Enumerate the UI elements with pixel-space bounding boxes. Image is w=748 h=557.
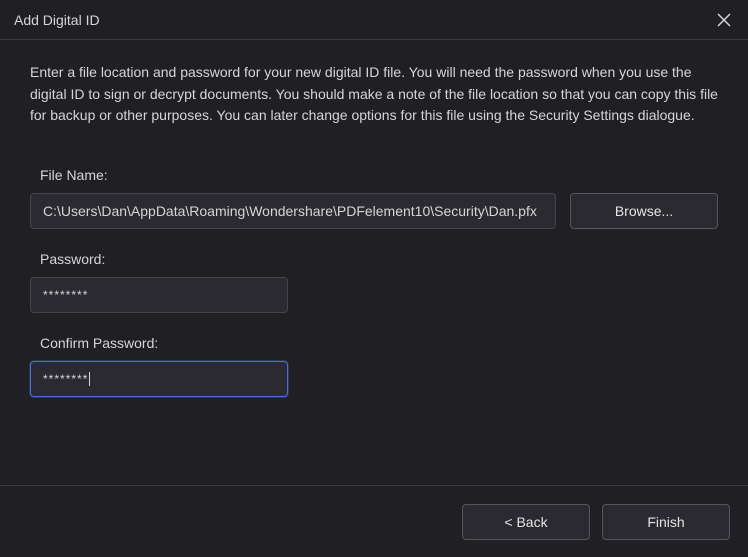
file-name-label: File Name: — [30, 167, 718, 183]
back-button[interactable]: < Back — [462, 504, 590, 540]
close-icon[interactable] — [714, 10, 734, 30]
password-input[interactable] — [30, 277, 288, 313]
text-caret — [89, 372, 90, 386]
confirm-password-value: ******** — [43, 372, 88, 386]
description-text: Enter a file location and password for y… — [30, 62, 718, 127]
finish-button[interactable]: Finish — [602, 504, 730, 540]
dialog-footer: < Back Finish — [0, 485, 748, 557]
browse-button[interactable]: Browse... — [570, 193, 718, 229]
window-title: Add Digital ID — [14, 12, 100, 28]
password-group: Password: — [30, 251, 718, 313]
dialog-content: Enter a file location and password for y… — [0, 40, 748, 397]
file-name-row: Browse... — [30, 193, 718, 229]
file-name-group: File Name: Browse... — [30, 167, 718, 229]
confirm-password-label: Confirm Password: — [30, 335, 718, 351]
file-name-input[interactable] — [30, 193, 556, 229]
titlebar: Add Digital ID — [0, 0, 748, 40]
confirm-password-input[interactable]: ******** — [30, 361, 288, 397]
confirm-password-group: Confirm Password: ******** — [30, 335, 718, 397]
password-label: Password: — [30, 251, 718, 267]
